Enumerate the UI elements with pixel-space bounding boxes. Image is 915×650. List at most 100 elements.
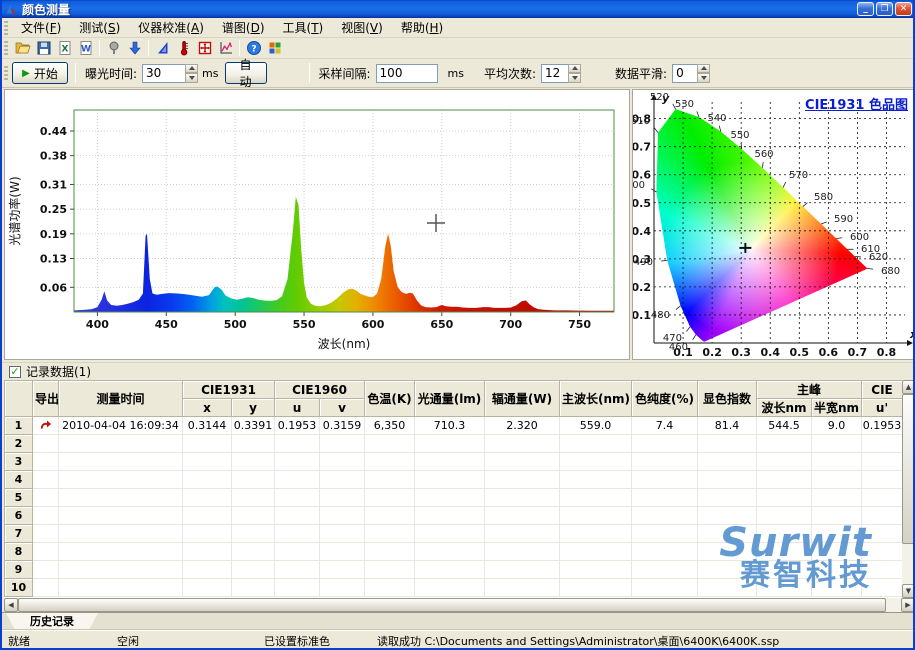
cell-x[interactable] xyxy=(183,435,232,453)
spectrum-chart[interactable]: 4004505005506006507007500.060.130.190.25… xyxy=(4,89,630,360)
cell-peak_hw[interactable] xyxy=(812,507,862,525)
cell-radiant[interactable]: 2.320 xyxy=(485,417,560,435)
export-cell[interactable] xyxy=(33,471,59,489)
cell-lumen[interactable]: 710.3 xyxy=(415,417,485,435)
cell-radiant[interactable] xyxy=(485,543,560,561)
cell-radiant[interactable] xyxy=(485,489,560,507)
cell-temp[interactable] xyxy=(365,435,415,453)
cell-peak_wl[interactable] xyxy=(757,453,812,471)
vscroll-thumb[interactable] xyxy=(902,394,915,544)
table-row[interactable]: 4 xyxy=(5,471,903,489)
cell-purity[interactable] xyxy=(632,579,698,597)
cell-dominant[interactable] xyxy=(560,471,632,489)
cell-peak_hw[interactable] xyxy=(812,561,862,579)
cell-time[interactable] xyxy=(59,471,183,489)
cell-purity[interactable] xyxy=(632,471,698,489)
cell-lumen[interactable] xyxy=(415,489,485,507)
cell-peak_wl[interactable] xyxy=(757,543,812,561)
cell-x[interactable] xyxy=(183,489,232,507)
cell-peak_wl[interactable]: 544.5 xyxy=(757,417,812,435)
cell-x[interactable] xyxy=(183,543,232,561)
cell-dominant[interactable] xyxy=(560,561,632,579)
cell-u_prime[interactable] xyxy=(862,507,902,525)
scroll-down-icon[interactable]: ▼ xyxy=(902,584,915,598)
cell-peak_hw[interactable] xyxy=(812,435,862,453)
help-icon[interactable]: ? xyxy=(243,39,264,58)
minimize-button[interactable]: _ xyxy=(857,2,874,16)
cell-cri[interactable] xyxy=(698,453,757,471)
smooth-spinner[interactable] xyxy=(697,64,710,83)
table-row[interactable]: 8 xyxy=(5,543,903,561)
cell-dominant[interactable] xyxy=(560,489,632,507)
cell-radiant[interactable] xyxy=(485,525,560,543)
cell-purity[interactable] xyxy=(632,525,698,543)
cell-v[interactable] xyxy=(320,543,365,561)
cell-cri[interactable] xyxy=(698,525,757,543)
cell-cri[interactable] xyxy=(698,507,757,525)
cell-purity[interactable] xyxy=(632,507,698,525)
cell-y[interactable] xyxy=(232,471,275,489)
palette-icon[interactable] xyxy=(264,39,285,58)
cell-time[interactable]: 2010-04-04 16:09:34 xyxy=(59,417,183,435)
cell-peak_wl[interactable] xyxy=(757,489,812,507)
average-input[interactable] xyxy=(541,64,569,83)
cell-purity[interactable] xyxy=(632,453,698,471)
menu-item-help[interactable]: 帮助(H) xyxy=(392,17,452,38)
cell-time[interactable] xyxy=(59,543,183,561)
cell-lumen[interactable] xyxy=(415,525,485,543)
cell-dominant[interactable] xyxy=(560,435,632,453)
table-row[interactable]: 5 xyxy=(5,489,903,507)
export-excel-icon[interactable]: X xyxy=(54,39,75,58)
cell-peak_wl[interactable] xyxy=(757,525,812,543)
start-button[interactable]: ▶ 开始 xyxy=(12,62,68,84)
cell-cri[interactable] xyxy=(698,543,757,561)
cell-peak_wl[interactable] xyxy=(757,579,812,597)
export-cell[interactable] xyxy=(33,435,59,453)
cell-temp[interactable] xyxy=(365,525,415,543)
table-row[interactable]: 7 xyxy=(5,525,903,543)
thermometer-icon[interactable] xyxy=(173,39,194,58)
horizontal-scrollbar[interactable]: ◀ ▶ xyxy=(4,598,915,612)
cell-u[interactable]: 0.1953 xyxy=(275,417,320,435)
cell-u[interactable] xyxy=(275,435,320,453)
cell-time[interactable] xyxy=(59,525,183,543)
menu-item-tools[interactable]: 工具(T) xyxy=(274,17,333,38)
cell-y[interactable]: 0.3391 xyxy=(232,417,275,435)
cell-y[interactable] xyxy=(232,561,275,579)
table-row[interactable]: 12010-04-04 16:09:340.31440.33910.19530.… xyxy=(5,417,903,435)
cell-peak_hw[interactable] xyxy=(812,471,862,489)
cell-u[interactable] xyxy=(275,579,320,597)
cell-v[interactable] xyxy=(320,507,365,525)
cell-y[interactable] xyxy=(232,525,275,543)
cell-y[interactable] xyxy=(232,543,275,561)
cell-u_prime[interactable] xyxy=(862,561,902,579)
cell-peak_hw[interactable] xyxy=(812,489,862,507)
cell-temp[interactable] xyxy=(365,507,415,525)
cell-lumen[interactable] xyxy=(415,561,485,579)
export-cell[interactable] xyxy=(33,561,59,579)
scroll-left-icon[interactable]: ◀ xyxy=(4,598,18,612)
table-row[interactable]: 2 xyxy=(5,435,903,453)
cell-purity[interactable] xyxy=(632,561,698,579)
menu-item-test[interactable]: 测试(S) xyxy=(70,17,129,38)
smooth-input[interactable] xyxy=(672,64,698,83)
export-cell[interactable] xyxy=(33,579,59,597)
cell-dominant[interactable] xyxy=(560,525,632,543)
cell-dominant[interactable]: 559.0 xyxy=(560,417,632,435)
cell-temp[interactable] xyxy=(365,561,415,579)
cell-peak_wl[interactable] xyxy=(757,561,812,579)
cell-peak_hw[interactable] xyxy=(812,525,862,543)
cell-u_prime[interactable] xyxy=(862,489,902,507)
cell-u[interactable] xyxy=(275,561,320,579)
open-icon[interactable] xyxy=(12,39,33,58)
download-icon[interactable] xyxy=(124,39,145,58)
restore-button[interactable]: ❐ xyxy=(876,2,893,16)
cell-temp[interactable]: 6,350 xyxy=(365,417,415,435)
cell-x[interactable] xyxy=(183,507,232,525)
cell-v[interactable] xyxy=(320,435,365,453)
menu-grip[interactable] xyxy=(4,21,8,35)
cell-cri[interactable] xyxy=(698,489,757,507)
cell-u[interactable] xyxy=(275,525,320,543)
export-word-icon[interactable]: W xyxy=(75,39,96,58)
export-cell[interactable] xyxy=(33,543,59,561)
